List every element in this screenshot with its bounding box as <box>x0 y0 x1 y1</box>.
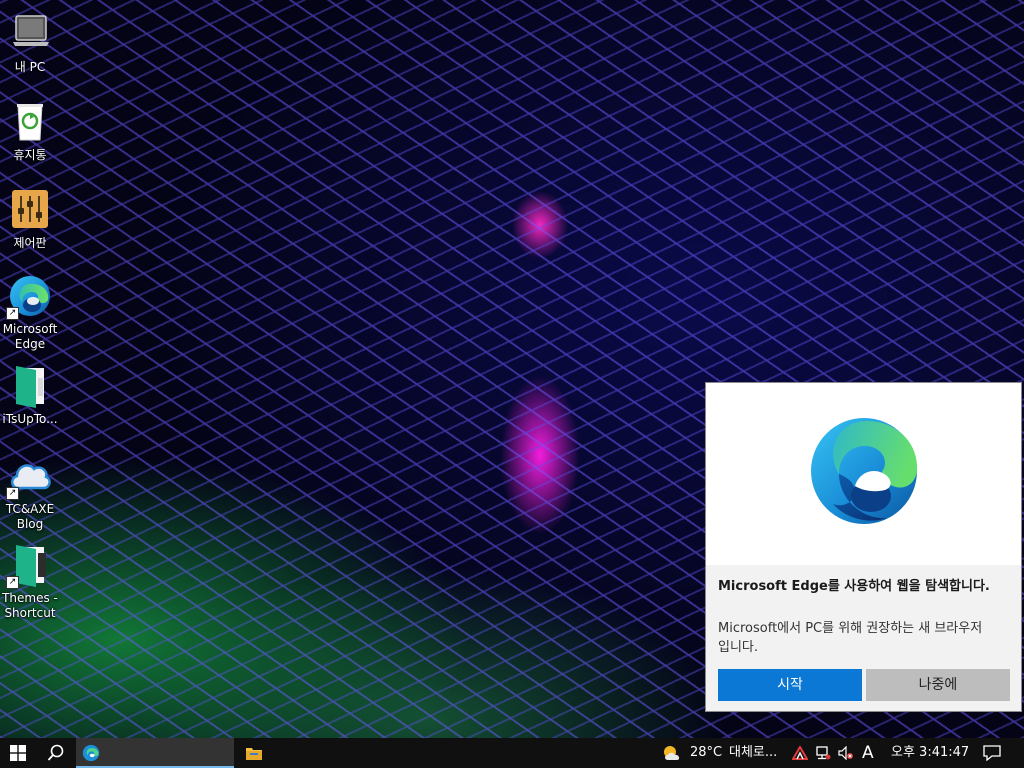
recycle-bin-icon <box>8 100 52 144</box>
desktop-icon-label: Microsoft Edge <box>2 322 58 351</box>
weather-temperature[interactable]: 28°C <box>690 738 722 768</box>
notification-center-icon <box>983 745 1001 761</box>
input-method-indicator[interactable]: A <box>862 738 874 768</box>
edge-notification[interactable]: Microsoft Edge를 사용하여 웹을 탐색합니다. Microsoft… <box>705 382 1022 712</box>
desktop-icon-label: 내 PC <box>14 60 46 74</box>
shortcut-arrow-icon: ↗ <box>6 307 19 320</box>
desktop-icon-this-pc[interactable]: 내 PC <box>0 12 60 75</box>
desktop-icon-edge[interactable]: ↗ Microsoft Edge <box>0 274 60 352</box>
shortcut-arrow-icon: ↗ <box>6 487 19 500</box>
desktop-icon-label: iTsUpTo... <box>2 412 58 426</box>
weather-widget-icon[interactable] <box>660 738 684 768</box>
desktop-icon-label: TC&AXE Blog <box>5 502 55 531</box>
windows-logo-icon <box>10 745 26 761</box>
notification-title: Microsoft Edge를 사용하여 웹을 탐색합니다. <box>718 579 990 594</box>
taskbar-app-file-explorer[interactable] <box>236 738 272 768</box>
laptop-icon <box>8 12 52 56</box>
weather-description[interactable]: 대체로... <box>729 738 777 768</box>
desktop-icon-label: 제어판 <box>13 236 47 250</box>
network-disconnected-icon <box>816 746 831 760</box>
desktop-icon-label: 휴지통 <box>13 148 47 162</box>
cloud-icon: ↗ <box>6 454 52 500</box>
search-icon <box>47 744 64 761</box>
volume-muted-icon <box>838 746 853 760</box>
start-button[interactable] <box>0 738 36 768</box>
folder-icon <box>246 748 262 760</box>
shortcut-arrow-icon: ↗ <box>6 576 19 589</box>
taskbar-app-edge[interactable] <box>76 738 234 768</box>
notification-hero <box>706 383 1021 565</box>
desktop-icon-recycle-bin[interactable]: 휴지통 <box>0 100 60 163</box>
edge-icon <box>82 744 100 762</box>
edge-icon: ↗ <box>6 274 52 320</box>
network-status[interactable] <box>813 738 833 768</box>
notification-body: Microsoft에서 PC를 위해 권장하는 새 브라우저입니다. <box>718 621 983 655</box>
later-button[interactable]: 나중에 <box>866 669 1010 701</box>
start-button[interactable]: 시작 <box>718 669 862 701</box>
control-panel-icon <box>8 188 52 232</box>
volume-control[interactable] <box>836 738 856 768</box>
action-center-button[interactable] <box>978 738 1006 768</box>
desktop-icon-control-panel[interactable]: 제어판 <box>0 188 60 251</box>
taskbar: 28°C 대체로... A 오후 3:41:47 <box>0 738 1024 768</box>
desktop-icon-blog[interactable]: ↗ TC&AXE Blog <box>0 454 60 532</box>
weather-partly-cloudy-icon <box>664 746 680 760</box>
book-icon <box>8 364 52 408</box>
search-button[interactable] <box>38 738 74 768</box>
tray-app-icon[interactable] <box>790 738 810 768</box>
book-icon: ↗ <box>6 543 52 589</box>
triangle-app-icon <box>792 746 808 760</box>
desktop-icon-themes[interactable]: ↗ Themes - Shortcut <box>0 543 60 621</box>
desktop-icon-label: Themes - Shortcut <box>2 591 58 620</box>
desktop-icon-itsupto[interactable]: iTsUpTo... <box>0 364 60 427</box>
clock[interactable]: 오후 3:41:47 <box>891 738 969 768</box>
edge-logo-icon <box>811 418 918 524</box>
